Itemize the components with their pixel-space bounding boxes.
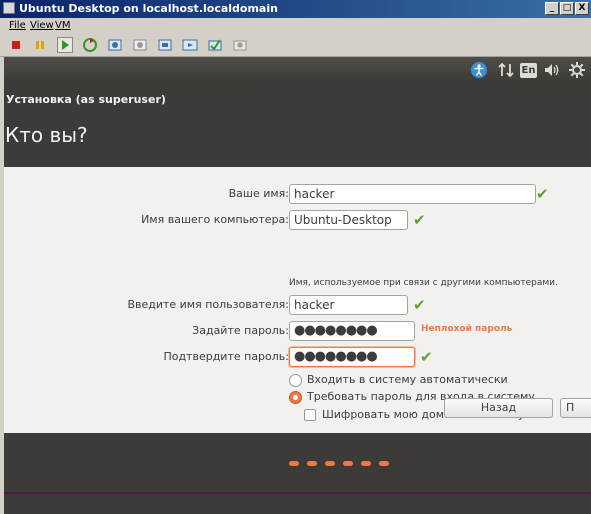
power-gear-icon[interactable] xyxy=(568,61,586,79)
installer-window-title: Установка (as superuser) xyxy=(6,93,166,106)
computer-name-input[interactable]: Ubuntu-Desktop xyxy=(289,210,408,230)
your-name-ok-icon: ✔ xyxy=(536,185,549,203)
forward-button[interactable]: П xyxy=(560,398,591,418)
progress-dot xyxy=(379,461,389,466)
menu-vm[interactable]: VM xyxy=(55,20,70,31)
confirm-password-ok-icon: ✔ xyxy=(420,348,433,366)
your-name-label: Ваше имя: xyxy=(228,187,289,200)
installer-header: Установка (as superuser) Кто вы? xyxy=(4,83,591,167)
reset-icon[interactable] xyxy=(82,37,98,53)
unity-icon[interactable] xyxy=(207,37,223,53)
username-label: Введите имя пользователя: xyxy=(127,298,289,311)
slideshow-progress xyxy=(4,433,591,492)
power-off-icon[interactable] xyxy=(8,37,24,53)
computer-name-ok-icon: ✔ xyxy=(413,211,426,229)
snapshot-restore-icon[interactable] xyxy=(132,37,148,53)
bottom-strip xyxy=(4,492,591,514)
password-strength: Неплохой пароль xyxy=(421,324,513,334)
maximize-button[interactable]: □ xyxy=(560,2,574,15)
auto-login-label[interactable]: Входить в систему автоматически xyxy=(307,373,508,386)
progress-dot xyxy=(289,461,299,466)
accessibility-icon[interactable] xyxy=(470,61,488,79)
computer-name-label: Имя вашего компьютера: xyxy=(141,213,289,226)
close-button[interactable]: X xyxy=(575,2,589,15)
vmware-app-icon xyxy=(3,2,15,14)
confirm-password-label: Подтвердите пароль: xyxy=(163,350,289,363)
encrypt-home-checkbox[interactable] xyxy=(304,409,316,421)
network-icon[interactable] xyxy=(498,61,514,79)
guest-screen: En Установка (as superuser) Кто вы? Ваше… xyxy=(4,57,591,514)
snapshot-icon[interactable] xyxy=(107,37,123,53)
progress-dot xyxy=(307,461,317,466)
your-name-input[interactable]: hacker xyxy=(289,184,536,204)
pause-icon[interactable] xyxy=(32,37,48,53)
window-title: Ubuntu Desktop on localhost.localdomain xyxy=(19,2,278,15)
installer-form: Ваше имя: hacker ✔ Имя вашего компьютера… xyxy=(4,167,591,433)
ubuntu-top-panel: En xyxy=(4,57,591,83)
menu-view[interactable]: View xyxy=(30,20,54,31)
password-label: Задайте пароль: xyxy=(192,324,289,337)
window-titlebar: Ubuntu Desktop on localhost.localdomain … xyxy=(0,0,591,18)
page-title: Кто вы? xyxy=(5,123,88,147)
menu-file[interactable]: File xyxy=(9,20,26,31)
progress-dot xyxy=(325,461,335,466)
volume-icon[interactable] xyxy=(543,61,561,79)
snapshot-manager-icon[interactable] xyxy=(157,37,173,53)
username-ok-icon: ✔ xyxy=(413,296,426,314)
back-button[interactable]: Назад xyxy=(444,398,553,418)
keyboard-layout-indicator[interactable]: En xyxy=(520,63,537,78)
progress-dot xyxy=(343,461,353,466)
minimize-button[interactable]: _ xyxy=(545,2,559,15)
vm-toolbar xyxy=(0,34,591,57)
menubar: File View VM xyxy=(0,18,591,34)
fullscreen-icon[interactable] xyxy=(182,37,198,53)
password-input[interactable]: ●●●●●●●● xyxy=(289,321,415,341)
confirm-password-input[interactable]: ●●●●●●●● xyxy=(289,347,415,367)
auto-login-radio[interactable] xyxy=(289,374,302,387)
require-password-radio[interactable] xyxy=(289,391,302,404)
progress-dot xyxy=(361,461,371,466)
play-icon[interactable] xyxy=(57,37,73,53)
settings-icon[interactable] xyxy=(232,37,248,53)
computer-name-hint: Имя, используемое при связи с другими ко… xyxy=(289,278,558,288)
username-input[interactable]: hacker xyxy=(289,295,408,315)
